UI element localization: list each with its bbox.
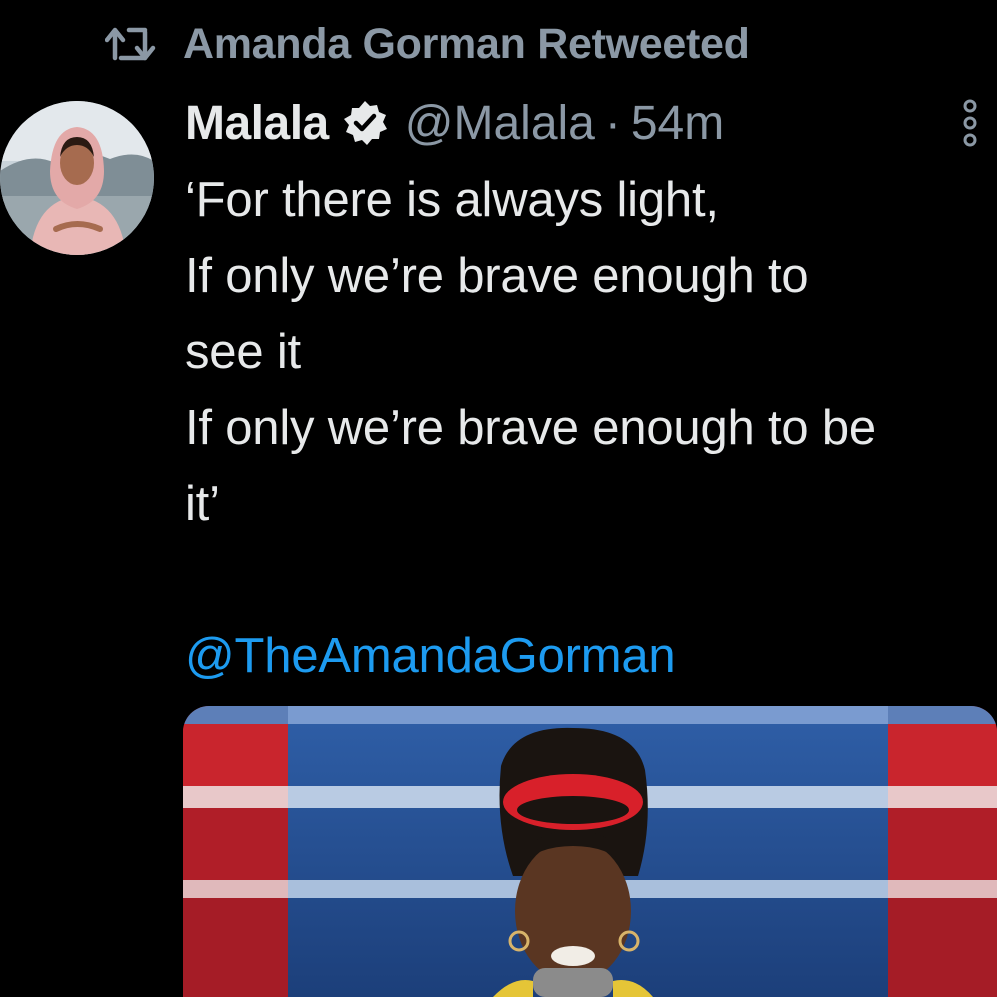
tweet-media-photo[interactable]: [183, 706, 997, 997]
verified-badge-icon: [341, 99, 389, 147]
display-name[interactable]: Malala: [185, 96, 329, 151]
retweet-label: Amanda Gorman Retweeted: [183, 19, 750, 68]
mention-link[interactable]: @TheAmandaGorman: [185, 618, 997, 694]
more-options-icon[interactable]: [956, 98, 984, 148]
user-handle[interactable]: @Malala: [405, 96, 595, 151]
tweet-line: it’: [185, 477, 220, 531]
separator-dot: ·: [604, 96, 621, 150]
tweet-line: see it: [185, 325, 301, 379]
tweet-text: ‘For there is always light, If only we’r…: [185, 162, 997, 694]
tweet-line: If only we’re brave enough to: [185, 249, 809, 303]
tweet-header: Malala @Malala · 54m: [185, 92, 724, 154]
timestamp[interactable]: 54m: [631, 96, 724, 151]
tweet-line: ‘For there is always light,: [185, 173, 719, 227]
retweet-icon: [105, 24, 157, 64]
avatar[interactable]: [0, 101, 154, 255]
retweet-context[interactable]: Amanda Gorman Retweeted: [105, 16, 750, 72]
tweet-line: If only we’re brave enough to be: [185, 401, 876, 455]
